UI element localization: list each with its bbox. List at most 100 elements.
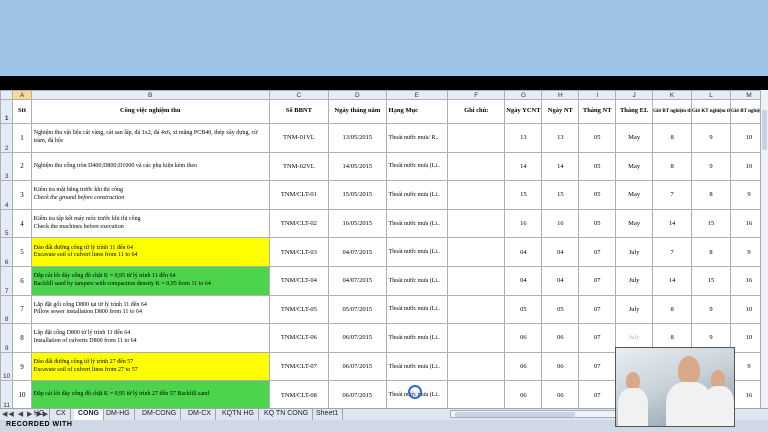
cell-date[interactable]: 04/07/2015: [328, 265, 387, 296]
header-work[interactable]: Công việc nghiệm thu: [30, 99, 270, 124]
cell-k[interactable]: 8: [652, 294, 693, 325]
cell-category[interactable]: Thoát nước mưa (Li..: [385, 180, 449, 210]
column-header-d[interactable]: D: [328, 90, 387, 100]
cell-k[interactable]: 8: [652, 123, 693, 153]
cell-work[interactable]: Đắp cát lót đáy cống độ chặt K = 0,95 từ…: [30, 380, 270, 408]
cell-category[interactable]: Thoát nước mưa (Li..: [385, 237, 449, 267]
cell-work[interactable]: Lắp đặt cống D800 từ lý trình 11 đến 64 I…: [30, 323, 270, 353]
header-category[interactable]: Hạng Mục: [385, 99, 449, 124]
header-day-nt[interactable]: Ngày NT: [541, 99, 580, 124]
cell-month-el[interactable]: July: [615, 265, 654, 296]
cell-category[interactable]: Thoát nước mưa (Li..: [385, 208, 449, 239]
cell-day-nt[interactable]: 13: [541, 123, 580, 153]
cell-month-nt[interactable]: 05: [578, 151, 617, 182]
cell-stt[interactable]: 3: [12, 180, 32, 210]
horizontal-scroll-thumb[interactable]: [455, 412, 575, 417]
cell-month-el[interactable]: May: [615, 123, 654, 153]
row-number[interactable]: 8: [0, 294, 14, 325]
cell-month-nt[interactable]: 07: [578, 323, 617, 353]
cell-note[interactable]: [447, 380, 506, 408]
sheet-tab[interactable]: CONG: [74, 409, 104, 420]
cell-day-nt[interactable]: 05: [541, 294, 580, 325]
cell-l[interactable]: 8: [691, 180, 731, 210]
cell-month-nt[interactable]: 07: [578, 237, 617, 267]
cell-date[interactable]: 16/05/2015: [328, 208, 387, 239]
cell-day-nt[interactable]: 06: [541, 351, 580, 382]
cell-work[interactable]: Lắp đặt gối cống D800 tại từ lý trình 11…: [30, 294, 270, 325]
cell-day-nt[interactable]: 04: [541, 237, 580, 267]
cell-date[interactable]: 04/07/2015: [328, 237, 387, 267]
row-number[interactable]: 10: [0, 351, 14, 382]
column-header-k[interactable]: K: [652, 90, 693, 100]
sheet-tab[interactable]: DM-HG: [102, 409, 135, 420]
cell-k[interactable]: 7: [652, 237, 693, 267]
row-number[interactable]: 9: [0, 323, 14, 353]
cell-date[interactable]: 13/05/2015: [328, 123, 387, 153]
column-header-l[interactable]: L: [691, 90, 731, 100]
header-l[interactable]: Giờ KT nghiệm thu NB: [691, 99, 731, 124]
sheet-tab[interactable]: CX: [52, 409, 71, 420]
cell-l[interactable]: 8: [691, 237, 731, 267]
cell-day-nt[interactable]: 16: [541, 208, 580, 239]
row-number[interactable]: 6: [0, 237, 14, 267]
cell-category[interactable]: Thoát nước mưa/ R..: [385, 123, 449, 153]
cell-stt[interactable]: 9: [12, 351, 32, 382]
cell-month-el[interactable]: May: [615, 208, 654, 239]
row-number[interactable]: 4: [0, 180, 14, 210]
cell-day-ycnt[interactable]: 04: [504, 265, 543, 296]
row-number[interactable]: 3: [0, 151, 14, 182]
cell-work[interactable]: Nghiệm thu cống tròn D400;D800;D1000 và …: [30, 151, 270, 182]
column-header-j[interactable]: J: [615, 90, 654, 100]
cell-day-nt[interactable]: 06: [541, 380, 580, 408]
cell-bbnt[interactable]: TNM-01VL: [268, 123, 330, 153]
vertical-scrollbar[interactable]: [760, 90, 768, 408]
cell-month-el[interactable]: May: [615, 180, 654, 210]
row-number[interactable]: 11: [0, 380, 14, 408]
cell-day-ycnt[interactable]: 06: [504, 323, 543, 353]
cell-month-nt[interactable]: 07: [578, 294, 617, 325]
cell-work[interactable]: Kiểm tra mặt bằng trước khi thi công Chec…: [30, 180, 270, 210]
vertical-scroll-thumb[interactable]: [762, 110, 767, 150]
sheet-tab[interactable]: HG: [30, 409, 50, 420]
cell-bbnt[interactable]: TNM/CLT-08: [268, 380, 330, 408]
cell-work[interactable]: Kiểm tra tập kết máy móc trước khi thi c…: [30, 208, 270, 239]
column-header-f[interactable]: F: [447, 90, 506, 100]
cell-bbnt[interactable]: TNM/CLT-01: [268, 180, 330, 210]
cell-stt[interactable]: 6: [12, 265, 32, 296]
cell-k[interactable]: 7: [652, 180, 693, 210]
cell-date[interactable]: 15/05/2015: [328, 180, 387, 210]
cell-date[interactable]: 06/07/2015: [328, 323, 387, 353]
cell-note[interactable]: [447, 351, 506, 382]
cell-stt[interactable]: 10: [12, 380, 32, 408]
cell-month-nt[interactable]: 05: [578, 208, 617, 239]
horizontal-scrollbar[interactable]: [450, 410, 640, 418]
cell-date[interactable]: 05/07/2015: [328, 294, 387, 325]
cell-stt[interactable]: 7: [12, 294, 32, 325]
cell-day-ycnt[interactable]: 14: [504, 151, 543, 182]
cell-day-ycnt[interactable]: 06: [504, 380, 543, 408]
cell-work[interactable]: Nghiệm thu vật liệu cát vàng, cát san lấ…: [30, 123, 270, 153]
cell-l[interactable]: 15: [691, 265, 731, 296]
cell-day-nt[interactable]: 04: [541, 265, 580, 296]
column-header-g[interactable]: G: [504, 90, 543, 100]
header-stt[interactable]: Stt: [12, 99, 32, 124]
cell-stt[interactable]: 1: [12, 123, 32, 153]
cell-work[interactable]: Đắp cát lót đáy cống độ chặt K = 0,95 từ…: [30, 265, 270, 296]
cell-day-ycnt[interactable]: 05: [504, 294, 543, 325]
cell-month-nt[interactable]: 07: [578, 351, 617, 382]
cell-note[interactable]: [447, 265, 506, 296]
header-date[interactable]: Ngày tháng năm: [328, 99, 387, 124]
cell-category[interactable]: Thoát nước mưa (Li..: [385, 294, 449, 325]
cell-day-ycnt[interactable]: 15: [504, 180, 543, 210]
cell-month-el[interactable]: July: [615, 237, 654, 267]
cell-date[interactable]: 06/07/2015: [328, 351, 387, 382]
sheet-tab[interactable]: KQ TN CONG: [260, 409, 314, 420]
row-number[interactable]: 7: [0, 265, 14, 296]
cell-l[interactable]: 15: [691, 208, 731, 239]
cell-note[interactable]: [447, 323, 506, 353]
cell-note[interactable]: [447, 208, 506, 239]
cell-day-ycnt[interactable]: 13: [504, 123, 543, 153]
cell-note[interactable]: [447, 237, 506, 267]
cell-month-el[interactable]: May: [615, 151, 654, 182]
cell-stt[interactable]: 8: [12, 323, 32, 353]
